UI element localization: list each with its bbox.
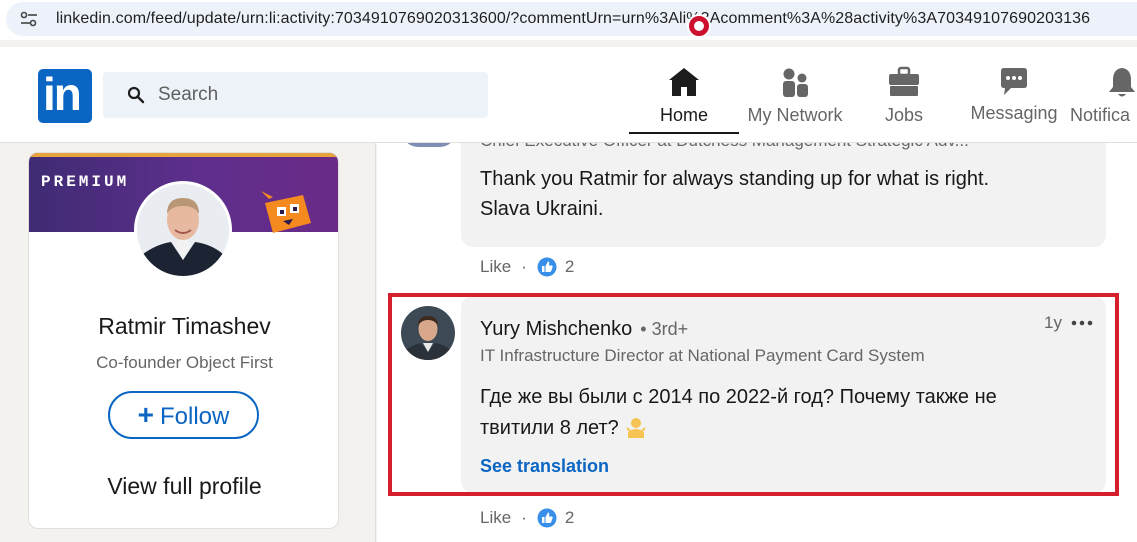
linkedin-logo[interactable]: in [38,68,92,123]
like-reaction-icon[interactable] [537,508,557,528]
nav-my-network-label: My Network [747,105,843,125]
nav-jobs[interactable]: Jobs [862,61,946,133]
highlighted-comment-outline [388,293,1119,496]
profile-avatar[interactable] [134,181,232,279]
nav-home[interactable]: Home [629,61,739,134]
view-full-profile-link[interactable]: View full profile [29,473,338,500]
nav-messaging-label: Messaging [970,103,1058,123]
plus-icon: + [137,399,154,430]
messaging-icon [1001,68,1027,95]
site-settings-icon[interactable] [20,11,38,27]
comment-actions: Like · 2 [480,508,575,528]
like-reaction-icon[interactable] [537,257,557,277]
follow-button[interactable]: + Follow [108,391,259,439]
commenter-avatar-cut[interactable] [402,143,456,147]
like-button[interactable]: Like [480,508,511,528]
left-sidebar: PREMIUM Ratmir Timashev Co-founder Objec… [0,143,376,542]
profile-headline: Co-founder Object First [96,353,273,372]
url-text: linkedin.com/feed/update/urn:li:activity… [56,10,1091,27]
premium-label: PREMIUM [41,173,130,191]
bell-icon [1109,68,1135,97]
nav-notifications[interactable]: Notifica [1070,61,1137,133]
nav-home-label: Home [659,105,708,125]
nav-notifications-label: Notifica [1070,105,1131,125]
comments-feed: Chief Executive Officer at Dutchess Mana… [377,143,1137,542]
mascot-logo-icon [261,191,311,233]
nav-messaging[interactable]: Messaging [965,61,1063,133]
search-icon [127,86,145,104]
briefcase-icon [889,66,919,96]
comment-actions: Like · 2 [480,257,575,277]
like-button[interactable]: Like [480,257,511,277]
profile-card: PREMIUM Ratmir Timashev Co-founder Objec… [28,152,339,529]
reaction-count[interactable]: 2 [565,508,574,528]
comment-text: Thank you Ratmir for always standing up … [480,168,990,220]
nav-my-network[interactable]: My Network [741,61,849,133]
top-navigation: in Home My Network Jobs [0,47,1137,143]
follow-label: Follow [160,403,230,430]
search-box[interactable] [103,72,488,118]
network-icon [783,68,808,97]
nav-jobs-label: Jobs [884,105,924,125]
logo-text: in [43,68,82,120]
commenter-headline: Chief Executive Officer at Dutchess Mana… [480,143,969,151]
comment-bubble: Chief Executive Officer at Dutchess Mana… [461,143,1106,247]
reaction-count[interactable]: 2 [565,257,574,277]
home-icon [669,68,699,96]
url-field[interactable]: linkedin.com/feed/update/urn:li:activity… [6,2,1137,36]
profile-photo [137,184,229,276]
active-tab-indicator [629,132,739,134]
profile-name[interactable]: Ratmir Timashev [29,313,338,340]
notification-badge [687,14,711,38]
search-input[interactable] [158,82,458,108]
browser-address-bar: linkedin.com/feed/update/urn:li:activity… [0,0,1137,40]
